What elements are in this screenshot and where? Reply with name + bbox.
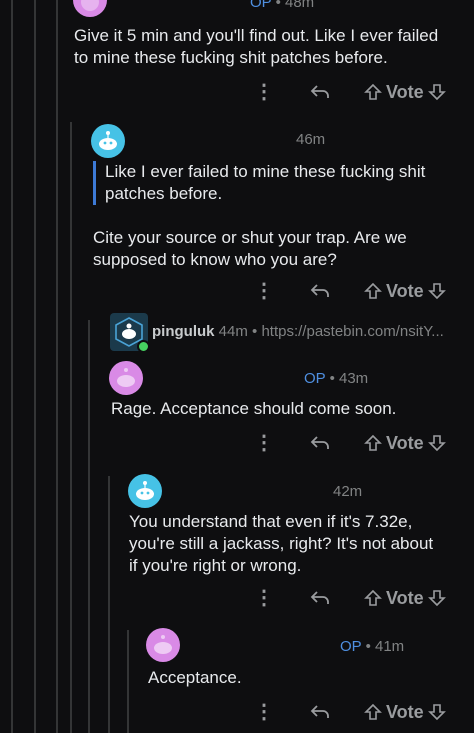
downvote-icon[interactable] bbox=[427, 589, 446, 607]
comment-actions: ⋮ Vote bbox=[254, 278, 461, 304]
more-icon[interactable]: ⋮ bbox=[254, 433, 274, 453]
comment-meta: OP • 43m bbox=[304, 370, 369, 387]
comment-link[interactable]: https://pastebin.com/nsitY... bbox=[261, 323, 443, 340]
more-icon[interactable]: ⋮ bbox=[254, 702, 274, 722]
vote-label: Vote bbox=[386, 280, 424, 301]
upvote-icon[interactable] bbox=[364, 282, 382, 300]
upvote-icon[interactable] bbox=[364, 703, 382, 721]
username[interactable]: pinguluk bbox=[152, 323, 215, 340]
vote-control: Vote bbox=[364, 82, 446, 103]
comment-body: You understand that even if it's 7.32e, … bbox=[129, 512, 434, 575]
thread-line bbox=[70, 122, 72, 733]
comment-meta: OP • 41m bbox=[340, 638, 405, 655]
online-dot-icon bbox=[137, 340, 150, 353]
reply-icon[interactable] bbox=[310, 590, 330, 606]
reply-icon[interactable] bbox=[310, 84, 330, 100]
comment-time: 46m bbox=[296, 131, 326, 148]
vote-label: Vote bbox=[386, 587, 424, 608]
comment-time: 41m bbox=[375, 638, 405, 655]
comment-actions: ⋮ Vote bbox=[254, 79, 461, 105]
vote-control: Vote bbox=[364, 702, 446, 723]
avatar[interactable] bbox=[91, 124, 125, 158]
reply-icon[interactable] bbox=[310, 704, 330, 720]
comment-body: Give it 5 min and you'll find out. Like … bbox=[74, 26, 439, 67]
avatar[interactable] bbox=[109, 361, 143, 395]
reply-icon[interactable] bbox=[310, 283, 330, 299]
quote-block: Like I ever failed to mine these fucking… bbox=[93, 161, 455, 205]
comment-time: 48m bbox=[285, 0, 315, 11]
comment-meta: 46m bbox=[296, 131, 325, 148]
vote-control: Vote bbox=[364, 281, 446, 302]
vote-label: Vote bbox=[386, 701, 424, 722]
comment-actions: ⋮ Vote bbox=[254, 699, 461, 725]
comment-body: Rage. Acceptance should come soon. bbox=[111, 399, 397, 418]
op-badge: OP bbox=[304, 370, 326, 387]
op-badge: OP bbox=[340, 638, 362, 655]
snoo-avatar-icon bbox=[99, 131, 117, 150]
more-icon[interactable]: ⋮ bbox=[254, 281, 274, 301]
vote-label: Vote bbox=[386, 81, 424, 102]
downvote-icon[interactable] bbox=[427, 83, 446, 101]
downvote-icon[interactable] bbox=[427, 434, 446, 452]
upvote-icon[interactable] bbox=[364, 589, 382, 607]
comment-meta: pinguluk 44m • https://pastebin.com/nsit… bbox=[152, 323, 444, 340]
thread-line bbox=[56, 0, 58, 733]
thread-line bbox=[88, 320, 90, 733]
more-icon[interactable]: ⋮ bbox=[254, 588, 274, 608]
thread-line bbox=[34, 0, 36, 733]
comment-actions: ⋮ Vote bbox=[254, 585, 461, 611]
more-icon[interactable]: ⋮ bbox=[254, 82, 274, 102]
comment-meta: 42m bbox=[333, 483, 362, 500]
downvote-icon[interactable] bbox=[427, 282, 446, 300]
vote-label: Vote bbox=[386, 432, 424, 453]
comment-body: Acceptance. bbox=[148, 668, 242, 687]
snoo-avatar-icon bbox=[136, 481, 154, 500]
comment-time: 43m bbox=[339, 370, 369, 387]
thread-line bbox=[108, 476, 110, 733]
upvote-icon[interactable] bbox=[364, 434, 382, 452]
snoo-avatar-icon bbox=[117, 368, 135, 387]
avatar[interactable] bbox=[146, 628, 180, 662]
comment-body: Cite your source or shut your trap. Are … bbox=[93, 228, 407, 269]
avatar[interactable] bbox=[128, 474, 162, 508]
op-badge: OP bbox=[250, 0, 272, 11]
comment-meta: OP • 48m bbox=[250, 0, 314, 11]
upvote-icon[interactable] bbox=[364, 83, 382, 101]
thread-line bbox=[11, 0, 13, 733]
vote-control: Vote bbox=[364, 433, 446, 454]
thread-line bbox=[127, 630, 129, 733]
comment-time: 44m bbox=[218, 323, 248, 340]
avatar[interactable] bbox=[73, 0, 107, 17]
comment-actions: ⋮ Vote bbox=[254, 430, 461, 456]
vote-control: Vote bbox=[364, 588, 446, 609]
downvote-icon[interactable] bbox=[427, 703, 446, 721]
comment-time: 42m bbox=[333, 483, 363, 500]
reply-icon[interactable] bbox=[310, 435, 330, 451]
snoo-avatar-icon bbox=[154, 635, 172, 654]
snoo-avatar-icon bbox=[81, 0, 99, 11]
